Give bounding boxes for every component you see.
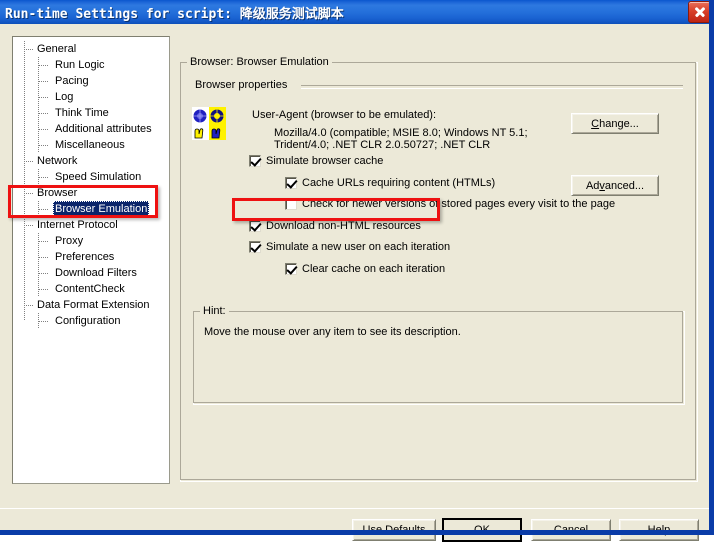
change-button-label: Change... [591, 117, 639, 130]
tree-item-miscellaneous[interactable]: Miscellaneous [13, 137, 169, 153]
tree-item-general[interactable]: General [13, 41, 169, 57]
tree-item-proxy[interactable]: Proxy [13, 233, 169, 249]
tree-item-preferences[interactable]: Preferences [13, 249, 169, 265]
change-user-agent-button[interactable]: Change... [571, 113, 659, 134]
title-bar: Run-time Settings for script: 降级服务测试脚本 [0, 0, 714, 24]
hint-text: Move the mouse over any item to see its … [204, 326, 461, 338]
user-agent-value: Mozilla/4.0 (compatible; MSIE 8.0; Windo… [274, 127, 528, 151]
checkbox-label: Cache URLs requiring content (HTMLs) [302, 177, 496, 189]
hint-inner-border [193, 311, 683, 403]
tree-item-label: Browser [37, 187, 78, 199]
checkbox-simulate-browser-cache[interactable]: Simulate browser cache [249, 155, 383, 167]
tree-item-label: Preferences [55, 251, 115, 263]
tree-item-label: ContentCheck [55, 283, 125, 295]
checkbox-clear-cache-each-iteration[interactable]: Clear cache on each iteration [285, 263, 445, 275]
checkbox-check-for-newer-versions[interactable]: Check for newer versions of stored pages… [285, 198, 615, 210]
tree-item-label: Data Format Extension [37, 299, 150, 311]
tree-item-label: Internet Protocol [37, 219, 118, 231]
tree-item-label: General [37, 43, 77, 55]
footer-divider [0, 508, 709, 511]
window-right-edge [709, 0, 714, 535]
tree-item-label: Configuration [55, 315, 121, 327]
checkbox-label: Simulate browser cache [266, 155, 384, 167]
tree-item-browser-emulation[interactable]: Browser Emulation [13, 201, 169, 217]
checkbox-label: Simulate a new user on each iteration [266, 241, 451, 253]
user-agent-line-1: Mozilla/4.0 (compatible; MSIE 8.0; Windo… [274, 127, 528, 139]
tree-item-label: Log [55, 91, 74, 103]
tree-item-configuration[interactable]: Configuration [13, 313, 169, 329]
tree-item-label: Additional attributes [55, 123, 152, 135]
checkbox-download-non-html-resources[interactable]: Download non-HTML resources [249, 220, 421, 232]
settings-tree-list: General Run Logic Pacing Log Think Time Addit… [13, 37, 169, 329]
checkbox-box[interactable] [249, 241, 261, 253]
checkbox-simulate-new-user-each-iteration[interactable]: Simulate a new user on each iteration [249, 241, 450, 253]
tree-item-internet-protocol[interactable]: Internet Protocol [13, 217, 169, 233]
checkbox-box[interactable] [249, 220, 261, 232]
tree-item-data-format-extension[interactable]: Data Format Extension [13, 297, 169, 313]
tree-item-log[interactable]: Log [13, 89, 169, 105]
properties-divider [301, 85, 683, 89]
group-title: Browser: Browser Emulation [187, 56, 332, 68]
tree-item-label: Pacing [55, 75, 89, 87]
tree-item-browser[interactable]: Browser [13, 185, 169, 201]
tree-item-label: Run Logic [55, 59, 105, 71]
tree-item-speed-simulation[interactable]: Speed Simulation [13, 169, 169, 185]
checkbox-box[interactable] [249, 155, 261, 167]
tree-item-label: Proxy [55, 235, 84, 247]
close-icon[interactable] [688, 1, 711, 23]
tree-item-label: Speed Simulation [55, 171, 142, 183]
checkbox-box[interactable] [285, 177, 297, 189]
checkbox-label: Check for newer versions of stored pages… [302, 198, 616, 210]
checkbox-label: Download non-HTML resources [266, 220, 421, 232]
browser-emulation-group: Browser: Browser Emulation Browser prope… [180, 56, 698, 482]
checkbox-box[interactable] [285, 198, 297, 210]
browser-properties-label: Browser properties [195, 79, 288, 91]
tree-item-think-time[interactable]: Think Time [13, 105, 169, 121]
tree-item-label: Download Filters [55, 267, 137, 279]
checkbox-cache-urls-requiring-content[interactable]: Cache URLs requiring content (HTMLs) [285, 177, 495, 189]
settings-tree-panel[interactable]: General Run Logic Pacing Log Think Time Addit… [12, 36, 170, 484]
tree-item-download-filters[interactable]: Download Filters [13, 265, 169, 281]
tree-item-label: Think Time [55, 107, 109, 119]
advanced-button-label: Advanced... [585, 179, 645, 192]
tree-item-pacing[interactable]: Pacing [13, 73, 169, 89]
hint-title: Hint: [200, 305, 229, 317]
user-agent-label: User-Agent (browser to be emulated): [252, 109, 437, 121]
window-bottom-edge [0, 530, 714, 535]
tree-item-label: Network [37, 155, 78, 167]
checkbox-box[interactable] [285, 263, 297, 275]
browser-emulation-icon [192, 107, 226, 140]
hint-group: Hint: Move the mouse over any item to se… [193, 305, 685, 405]
tree-item-label: Browser Emulation [53, 201, 150, 217]
tree-item-label: Miscellaneous [55, 139, 125, 151]
window-title: Run-time Settings for script: 降级服务测试脚本 [5, 6, 344, 22]
runtime-settings-dialog: Run-time Settings for script: 降级服务测试脚本 G… [0, 0, 714, 542]
tree-item-network[interactable]: Network [13, 153, 169, 169]
checkbox-label: Clear cache on each iteration [302, 263, 446, 275]
user-agent-line-2: Trident/4.0; .NET CLR 2.0.50727; .NET CL… [274, 139, 491, 151]
advanced-cache-button[interactable]: Advanced... [571, 175, 659, 196]
tree-item-contentcheck[interactable]: ContentCheck [13, 281, 169, 297]
tree-item-run-logic[interactable]: Run Logic [13, 57, 169, 73]
tree-item-additional-attributes[interactable]: Additional attributes [13, 121, 169, 137]
dialog-content: General Run Logic Pacing Log Think Time Addit… [0, 24, 714, 542]
